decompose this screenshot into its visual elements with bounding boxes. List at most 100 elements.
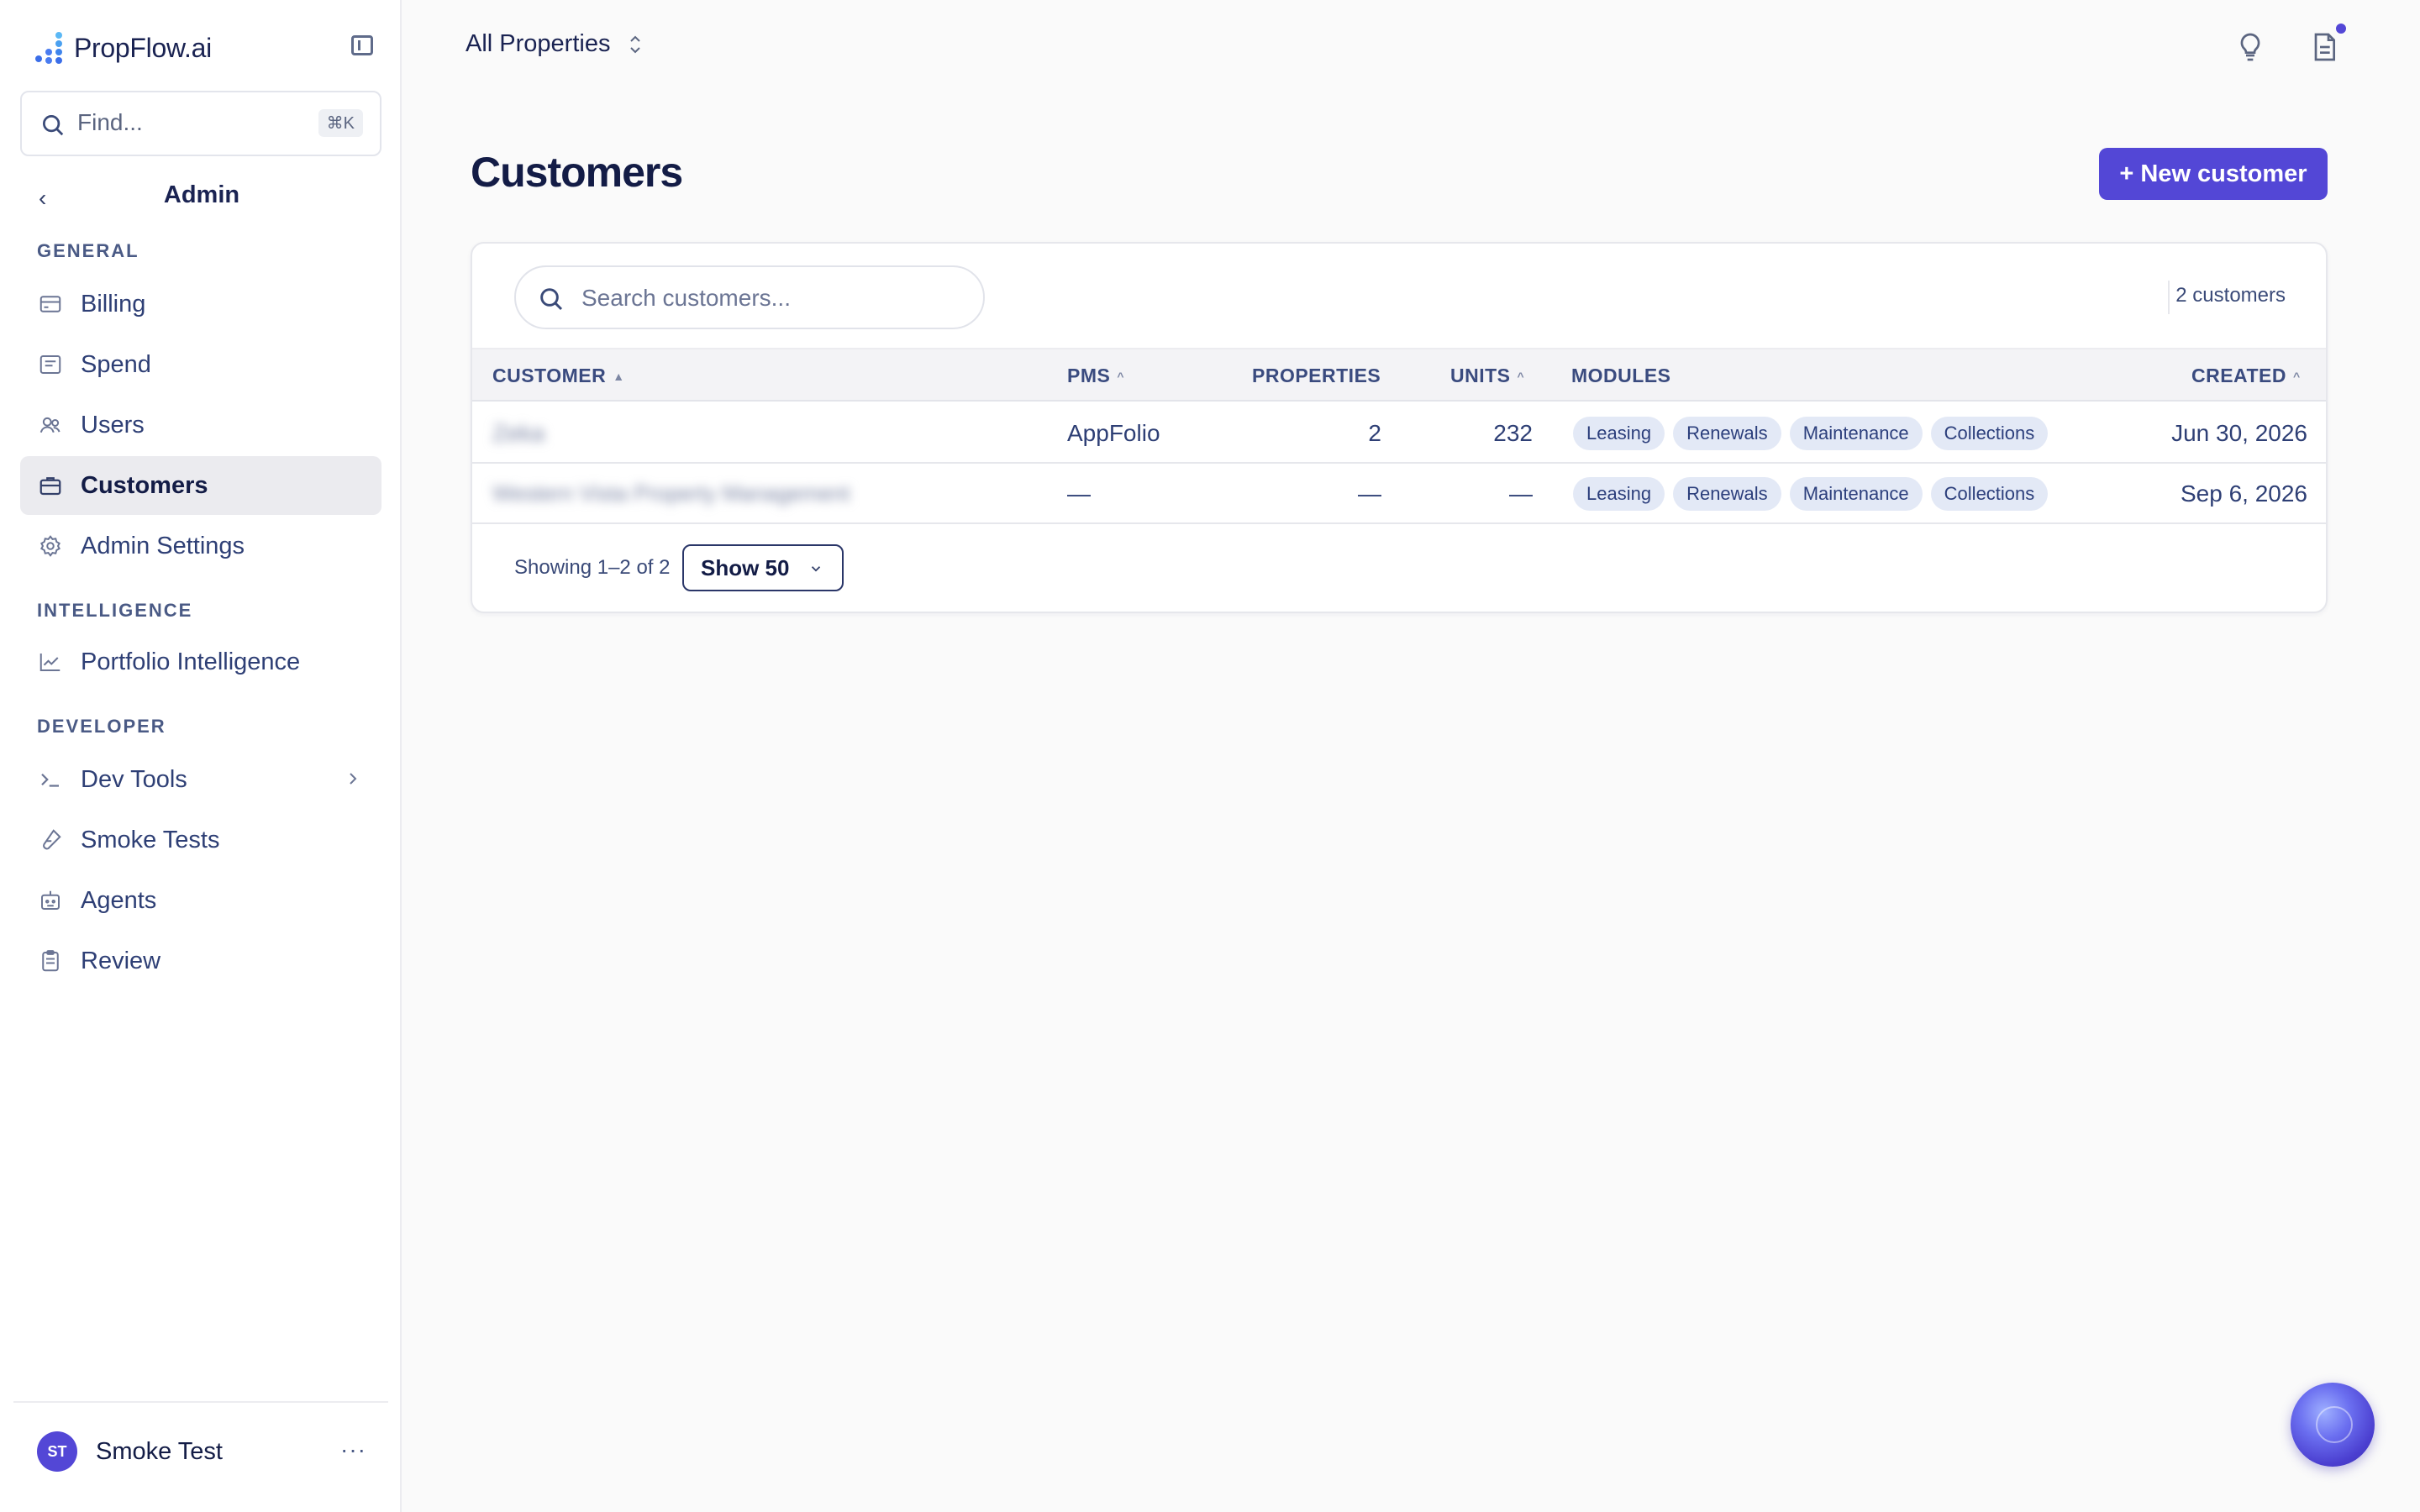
find-placeholder: Find...	[77, 109, 143, 135]
sidebar-item-users[interactable]: Users	[20, 396, 381, 454]
units-cell: 232	[1493, 420, 1533, 446]
sidebar-item-dev-tools[interactable]: Dev Tools	[20, 750, 381, 809]
module-tag: Collections	[1930, 417, 2049, 450]
sidebar-item-agents[interactable]: Agents	[20, 871, 381, 930]
customer-search-input[interactable]	[581, 281, 968, 316]
customer-search[interactable]	[514, 265, 985, 329]
sidebar-item-customers[interactable]: Customers	[20, 456, 381, 515]
section-title: Admin	[163, 181, 240, 208]
notification-dot	[2334, 22, 2348, 35]
units-cell: —	[1509, 480, 1533, 507]
more-icon[interactable]: ···	[340, 1436, 366, 1463]
sidebar-item-label: Smoke Tests	[81, 826, 220, 853]
sidebar-collapse-icon[interactable]	[351, 35, 373, 55]
sidebar-item-label: Spend	[81, 350, 151, 378]
sidebar-item-admin-settings[interactable]: Admin Settings	[20, 517, 381, 575]
sort-icon: ^	[2292, 369, 2301, 383]
sidebar-item-label: Agents	[81, 886, 157, 914]
column-header-modules[interactable]: MODULES	[1571, 365, 1671, 387]
property-selector[interactable]: All Properties	[466, 30, 644, 58]
module-tag: Renewals	[1673, 417, 1781, 450]
chart-line-icon	[37, 648, 64, 675]
module-tag: Leasing	[1573, 417, 1665, 450]
column-header-properties[interactable]: PROPERTIES	[1252, 365, 1381, 387]
created-cell: Sep 6, 2026	[2180, 480, 2307, 507]
divider	[13, 1401, 388, 1403]
sidebar-item-label: Customers	[81, 471, 208, 499]
customer-name[interactable]: Zeka	[492, 420, 544, 447]
module-tag: Maintenance	[1789, 417, 1923, 450]
customer-name[interactable]: Western Vista Property Management	[492, 480, 850, 507]
receipt-icon	[37, 351, 64, 378]
bot-icon	[37, 887, 64, 914]
new-customer-button[interactable]: + New customer	[2099, 148, 2328, 200]
sidebar-item-label: Review	[81, 947, 161, 974]
column-header-created[interactable]: CREATED ^	[2191, 365, 2301, 387]
group-label-developer: DEVELOPER	[37, 716, 166, 737]
sidebar-item-label: Users	[81, 411, 145, 438]
module-tag: Renewals	[1673, 477, 1781, 511]
module-tag: Maintenance	[1789, 477, 1923, 511]
column-header-pms[interactable]: PMS ^	[1067, 365, 1124, 387]
sort-icon: ^	[1117, 369, 1125, 383]
briefcase-icon	[37, 472, 64, 499]
group-label-general: GENERAL	[37, 240, 139, 261]
sidebar-item-spend[interactable]: Spend	[20, 335, 381, 394]
lightbulb-icon[interactable]	[2233, 30, 2267, 64]
pms-cell: —	[1067, 480, 1091, 507]
chevron-updown-icon	[630, 35, 641, 53]
modules-cell: Leasing Renewals Maintenance Collections	[1573, 477, 2056, 511]
customers-table-card: 2 customers CUSTOMER ▲ PMS ^ PROPERTIES UN…	[471, 242, 2328, 613]
column-header-customer[interactable]: CUSTOMER ▲	[492, 365, 625, 387]
divider	[2168, 281, 2170, 314]
search-icon	[43, 115, 64, 136]
page-size-select[interactable]: Show 50	[682, 544, 844, 591]
sort-icon: ^	[1517, 369, 1525, 383]
properties-cell: —	[1358, 480, 1381, 507]
brand-name: PropFlow.ai	[74, 32, 212, 63]
sidebar-item-portfolio-intelligence[interactable]: Portfolio Intelligence	[20, 633, 381, 691]
modules-cell: Leasing Renewals Maintenance Collections	[1573, 417, 2056, 450]
clipboard-icon	[37, 948, 64, 974]
sidebar-item-review[interactable]: Review	[20, 932, 381, 990]
page-title: Customers	[471, 149, 683, 196]
group-label-intelligence: INTELLIGENCE	[37, 600, 193, 621]
column-label: PMS	[1067, 365, 1111, 386]
table-row[interactable]: Western Vista Property Management — — — …	[472, 464, 2326, 524]
gear-icon	[37, 533, 64, 559]
user-menu[interactable]: ST Smoke Test ···	[37, 1430, 373, 1473]
document-icon[interactable]	[2307, 30, 2341, 64]
customer-count: 2 customers	[2175, 284, 2286, 307]
table-row[interactable]: Zeka AppFolio 2 232 Leasing Renewals Mai…	[472, 403, 2326, 464]
sidebar-item-billing[interactable]: Billing	[20, 275, 381, 333]
column-label: PROPERTIES	[1252, 365, 1381, 386]
find-input[interactable]: Find... ⌘K	[20, 91, 381, 156]
sidebar-item-label: Portfolio Intelligence	[81, 648, 301, 675]
sidebar-item-smoke-tests[interactable]: Smoke Tests	[20, 811, 381, 869]
column-label: CUSTOMER	[492, 365, 607, 386]
column-label: MODULES	[1571, 365, 1671, 386]
table-header: CUSTOMER ▲ PMS ^ PROPERTIES UNITS ^ MODULES…	[472, 348, 2326, 402]
properties-cell: 2	[1368, 420, 1381, 446]
credit-card-icon	[37, 291, 64, 318]
assistant-orb-button[interactable]	[2291, 1383, 2375, 1467]
search-icon	[540, 288, 563, 311]
sidebar-item-label: Dev Tools	[81, 765, 187, 793]
brand-logo[interactable]: PropFlow.ai	[34, 29, 212, 67]
logo-icon	[34, 30, 69, 66]
sidebar-item-label: Billing	[81, 290, 146, 318]
column-header-units[interactable]: UNITS ^	[1450, 365, 1524, 387]
admin-header: ‹ Admin	[34, 180, 370, 213]
module-tag: Leasing	[1573, 477, 1665, 511]
sort-asc-icon: ▲	[613, 369, 625, 383]
shortcut-badge: ⌘K	[318, 109, 363, 137]
user-name: Smoke Test	[96, 1437, 223, 1465]
avatar: ST	[37, 1431, 77, 1472]
sidebar-item-label: Admin Settings	[81, 532, 245, 559]
terminal-icon	[37, 766, 64, 793]
created-cell: Jun 30, 2026	[2171, 420, 2307, 446]
users-icon	[37, 412, 64, 438]
page-size-value: Show 50	[701, 554, 790, 580]
sidebar: PropFlow.ai Find... ⌘K ‹ Admin GENERAL B…	[0, 0, 402, 1512]
column-label: UNITS	[1450, 365, 1511, 386]
